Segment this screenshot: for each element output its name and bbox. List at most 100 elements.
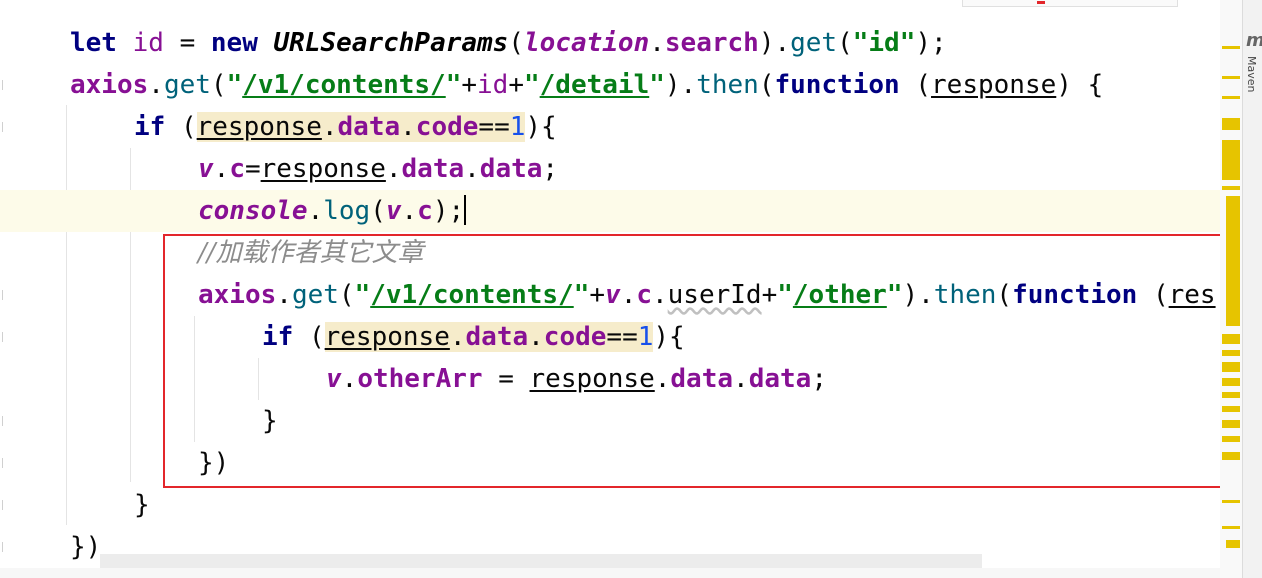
code-token: ( (165, 112, 197, 142)
code-token: response (931, 70, 1057, 100)
code-token: }) (70, 532, 102, 562)
code-editor[interactable]: let id = new URLSearchParams(location.se… (0, 0, 1220, 578)
code-token: ){ (525, 112, 557, 142)
code-token: . (148, 70, 164, 100)
code-line-12[interactable]: } (0, 484, 1220, 526)
code-token: c (417, 196, 433, 226)
stripe-mark[interactable] (1222, 46, 1240, 49)
code-text: } (134, 484, 150, 526)
next-line-preview (0, 568, 1240, 578)
code-token: v (385, 196, 402, 226)
code-token: id (132, 28, 164, 58)
code-line-1[interactable]: let id = new URLSearchParams(location.se… (0, 22, 1220, 64)
code-token: ( (899, 70, 932, 100)
code-text: v.c=response.data.data; (198, 148, 558, 190)
code-token: ; (542, 154, 559, 184)
code-token: ); (915, 28, 947, 58)
stripe-mark[interactable] (1222, 452, 1240, 460)
stripe-mark[interactable] (1222, 500, 1240, 503)
code-token: c (229, 154, 245, 184)
editor-tab-fragment (962, 0, 1178, 7)
code-token: response (196, 112, 322, 142)
code-text: }) (70, 526, 101, 568)
stripe-mark[interactable] (1222, 362, 1240, 372)
code-token: function (774, 70, 900, 100)
code-line-5-current[interactable]: console.log(v.c); (0, 190, 1220, 232)
code-token: URLSearchParams (273, 28, 509, 58)
code-token: = (244, 154, 261, 184)
stripe-mark[interactable] (1222, 436, 1240, 442)
maven-icon[interactable]: m (1246, 30, 1262, 51)
code-token: v (198, 154, 214, 184)
stripe-mark[interactable] (1222, 378, 1240, 386)
stripe-mark[interactable] (1226, 540, 1240, 548)
annotation-highlight-box (163, 234, 1220, 488)
fold-marker-icon[interactable] (2, 332, 11, 342)
stripe-mark[interactable] (1226, 196, 1240, 326)
text-caret (464, 195, 467, 225)
code-token: " (649, 70, 665, 100)
stripe-mark[interactable] (1222, 186, 1240, 190)
code-token: 1 (509, 112, 526, 142)
maven-tab-label[interactable]: Maven (1245, 56, 1258, 92)
code-token: . (649, 28, 665, 58)
code-token: then (696, 70, 759, 100)
code-token: " (524, 70, 540, 100)
code-token: let (70, 28, 117, 58)
fold-marker-icon[interactable] (2, 80, 11, 90)
fold-marker-icon[interactable] (2, 290, 11, 300)
code-token: + (461, 70, 478, 100)
fold-marker-icon[interactable] (2, 122, 11, 132)
fold-marker-icon[interactable] (2, 416, 11, 426)
code-token: . (307, 196, 324, 226)
code-token: ( (758, 70, 775, 100)
code-token: response (260, 154, 386, 184)
stripe-mark[interactable] (1222, 392, 1240, 398)
code-token: = (163, 28, 211, 58)
code-token: search (664, 28, 759, 58)
code-token: log (323, 196, 371, 226)
code-token: data (479, 154, 543, 184)
code-line-3[interactable]: if (response.data.code==1){ (0, 106, 1220, 148)
code-text: let id = new URLSearchParams(location.se… (70, 22, 947, 64)
code-token: } (134, 490, 150, 520)
stripe-mark[interactable] (1222, 420, 1240, 428)
code-token: data (337, 112, 401, 142)
right-tool-window-bar[interactable]: m Maven (1242, 0, 1262, 578)
fold-marker-icon[interactable] (2, 542, 11, 552)
code-token: get (790, 28, 838, 58)
code-token: . (213, 154, 230, 184)
stripe-mark[interactable] (1222, 140, 1240, 180)
code-token: new (210, 28, 258, 58)
stripe-mark[interactable] (1222, 118, 1240, 130)
code-token: ); (432, 196, 465, 226)
stripe-mark[interactable] (1222, 96, 1240, 99)
code-token: . (400, 112, 416, 142)
code-token: /v1/contents/ (242, 70, 446, 100)
code-token: "id" (852, 28, 916, 58)
code-token: code (415, 112, 479, 142)
code-token: ) { (1056, 70, 1104, 100)
stripe-mark[interactable] (1222, 350, 1240, 356)
code-line-4[interactable]: v.c=response.data.data; (0, 148, 1220, 190)
stripe-mark[interactable] (1222, 76, 1240, 79)
fold-marker-icon[interactable] (2, 458, 11, 468)
code-token: + (508, 70, 524, 100)
fold-marker-icon[interactable] (2, 500, 11, 510)
code-token: ). (664, 70, 697, 100)
stripe-mark[interactable] (1222, 526, 1240, 529)
code-token: . (321, 112, 338, 142)
stripe-mark[interactable] (1222, 406, 1240, 412)
horizontal-scrollbar[interactable] (100, 554, 982, 568)
code-token: /detail (539, 70, 650, 100)
error-dot-icon (1037, 1, 1045, 4)
code-line-2[interactable]: axios.get("/v1/contents/"+id+"/detail").… (0, 64, 1220, 106)
error-stripe-panel[interactable] (1220, 0, 1242, 578)
code-text: axios.get("/v1/contents/"+id+"/detail").… (70, 64, 1103, 106)
code-token: ( (508, 28, 524, 58)
stripe-mark[interactable] (1222, 334, 1240, 344)
code-token: ( (837, 28, 853, 58)
code-token: data (401, 154, 465, 184)
